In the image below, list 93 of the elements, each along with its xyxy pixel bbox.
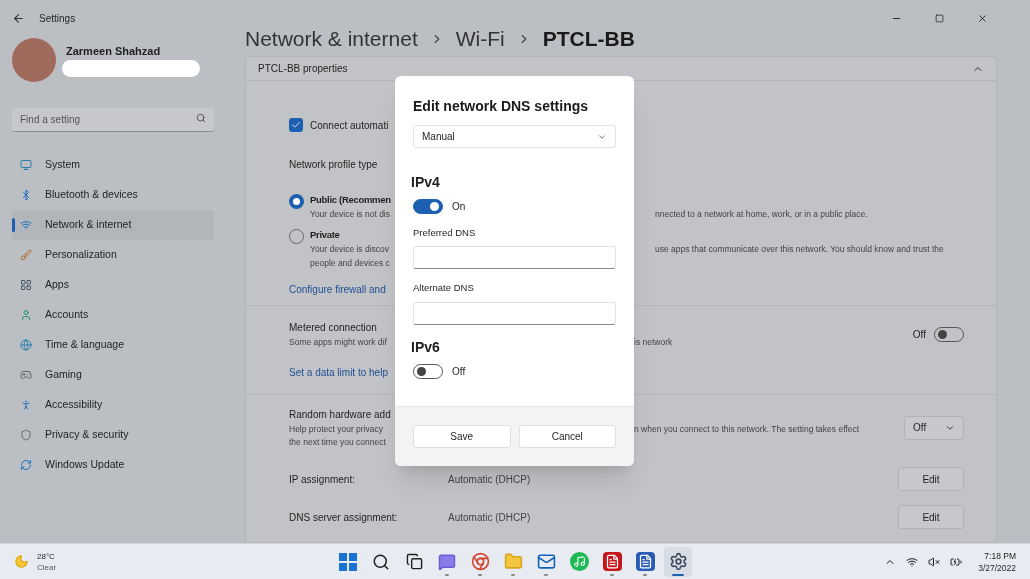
nav-item[interactable]: System — [12, 150, 214, 180]
nav-item[interactable]: Privacy & security — [12, 420, 214, 450]
moon-icon — [14, 554, 29, 569]
brush-icon — [20, 249, 32, 261]
setting-label: Metered connection — [289, 320, 377, 335]
setting-value: Automatic (DHCP) — [448, 510, 531, 525]
section-title: PTCL-BB properties — [258, 62, 348, 76]
toggle-state: Off — [452, 364, 466, 379]
battery-icon[interactable] — [950, 555, 963, 568]
accessibility-icon — [20, 399, 32, 411]
radio-label: Private — [310, 228, 340, 242]
description-text: Your device is discov — [310, 244, 390, 255]
breadcrumb-item: PTCL-BB — [542, 26, 635, 53]
setting-label: DNS server assignment: — [289, 510, 399, 525]
clock-date: 3/27/2022 — [978, 561, 1016, 574]
weather-condition: Clear — [37, 561, 57, 573]
firewall-link[interactable]: Configure firewall and — [289, 281, 386, 297]
dialog-button[interactable]: Save — [413, 425, 511, 448]
close-icon[interactable] — [977, 12, 988, 24]
document-icon[interactable] — [602, 552, 622, 571]
shield-icon — [20, 429, 32, 441]
browser-icon[interactable] — [470, 552, 490, 571]
chat-icon[interactable] — [438, 552, 456, 571]
user-name: Zarmeen Shahzad — [66, 44, 162, 60]
description-text: n when you connect to this network. The setting takes effect — [634, 422, 860, 436]
section-heading: IPv6 — [411, 337, 441, 357]
edit-button[interactable]: Edit — [898, 467, 964, 491]
taskbar-app-button[interactable] — [664, 546, 692, 577]
edit-button[interactable]: Edit — [898, 505, 964, 529]
search-icon[interactable] — [372, 552, 390, 571]
maximize-icon[interactable] — [935, 13, 944, 23]
clock-time: 7:18 PM — [984, 549, 1016, 562]
bluetooth-icon — [20, 189, 32, 201]
dropdown[interactable]: Manual — [413, 125, 616, 148]
description-text: the next time you connect — [289, 437, 386, 448]
task-view-icon[interactable] — [405, 553, 423, 570]
apps-grid-icon — [20, 279, 32, 291]
dialog-button[interactable]: Cancel — [518, 425, 616, 448]
description-text: people and devices c — [310, 258, 390, 268]
nav-item[interactable]: Accessibility — [12, 390, 214, 420]
nav-item[interactable]: Personalization — [12, 240, 214, 270]
settings-icon[interactable] — [668, 552, 688, 571]
nav-item[interactable]: Time & language — [12, 330, 214, 360]
start-icon[interactable] — [339, 552, 357, 571]
checkbox[interactable] — [289, 118, 303, 132]
data-limit-link[interactable]: Set a data limit to help — [289, 364, 388, 380]
dns-input-field[interactable] — [413, 301, 616, 325]
globe-icon — [20, 339, 32, 351]
dialog-title: Edit network DNS settings — [413, 97, 590, 116]
setting-label: IP assignment: — [289, 472, 356, 487]
description-text: Some apps might work dif — [289, 336, 387, 347]
toggle-state: On — [452, 200, 466, 214]
avatar — [12, 38, 56, 82]
checkbox-label: Connect automati — [310, 118, 389, 133]
wifi-icon[interactable] — [906, 555, 919, 568]
back-arrow-icon[interactable] — [12, 11, 25, 25]
field-label: Preferred DNS — [413, 226, 477, 240]
radio-button[interactable] — [289, 194, 304, 209]
setting-value: Automatic (DHCP) — [448, 472, 531, 487]
window-title: Settings — [39, 11, 76, 26]
description-text: use apps that communicate over this network. You should know and trust the — [655, 243, 944, 256]
search-field[interactable]: Find a setting — [12, 108, 214, 132]
description-text: nnected to a network at home, work, or in a public place. — [655, 208, 868, 221]
toggle-switch[interactable] — [413, 199, 443, 214]
nav-item[interactable]: Gaming — [12, 360, 214, 390]
mail-icon[interactable] — [536, 552, 556, 571]
checkmark-icon — [291, 120, 301, 130]
setting-label: Random hardware add — [289, 407, 391, 422]
nav-item[interactable]: Apps — [12, 270, 214, 300]
breadcrumb-item[interactable]: Wi-Fi — [455, 23, 505, 55]
radio-label: Public (Recommen — [310, 193, 391, 207]
person-icon — [20, 309, 32, 321]
description-text: Help protect your privacy — [289, 423, 383, 434]
description-text: is network — [634, 335, 673, 349]
nav-item[interactable]: Accounts — [12, 300, 214, 330]
nav-item[interactable]: Windows Update — [12, 450, 214, 480]
gamepad-icon — [20, 369, 32, 381]
field-label: Network profile type — [289, 158, 378, 172]
field-label: Alternate DNS — [413, 281, 475, 296]
toggle-state: Off — [912, 327, 926, 342]
dropdown[interactable]: Off — [904, 415, 964, 440]
document-icon[interactable] — [635, 552, 655, 571]
update-icon — [20, 459, 32, 471]
section-heading: IPv4 — [411, 173, 441, 192]
monitor-icon — [20, 159, 32, 171]
nav-item[interactable]: Network & internet — [12, 210, 214, 240]
dns-input-field[interactable] — [413, 246, 616, 270]
nav-item[interactable]: Bluetooth & devices — [12, 180, 214, 210]
breadcrumb-item[interactable]: Network & internet — [245, 23, 418, 55]
weather-temperature: 28°C — [37, 550, 56, 562]
wifi-icon — [20, 219, 32, 231]
description-text: Your device is not dis — [310, 209, 390, 220]
muted-speaker-icon[interactable] — [928, 555, 941, 568]
